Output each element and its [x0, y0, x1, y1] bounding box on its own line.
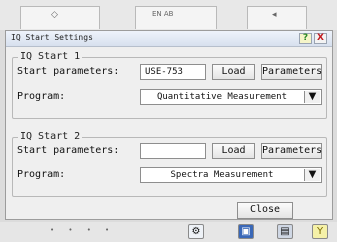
signal-icon: ◂: [272, 10, 277, 20]
start-parameters-field[interactable]: USE-753: [140, 64, 206, 80]
parameters-button[interactable]: Parameters: [261, 64, 322, 80]
parameters-button[interactable]: Parameters: [261, 143, 322, 159]
iq-start-1-group: IQ Start 1 Start parameters: USE-753 Loa…: [12, 51, 327, 119]
program-label: Program:: [17, 169, 66, 180]
chevron-down-icon[interactable]: ▼: [304, 169, 320, 181]
load-button[interactable]: Load: [212, 143, 255, 159]
start-parameters-label: Start parameters:: [17, 145, 120, 156]
save-icon[interactable]: ▣: [238, 224, 254, 239]
group-legend: IQ Start 2: [18, 131, 83, 142]
filter-icon[interactable]: Y: [312, 224, 328, 239]
printer-icon[interactable]: ▤: [277, 224, 293, 239]
program-select[interactable]: Quantitative Measurement ▼: [140, 89, 322, 105]
diamond-icon: ◇: [51, 10, 58, 20]
close-icon: X: [317, 33, 324, 43]
group-legend: IQ Start 1: [18, 51, 83, 62]
close-button[interactable]: Close: [237, 202, 293, 219]
close-window-button[interactable]: X: [314, 33, 327, 44]
iq-start-2-group: IQ Start 2 Start parameters: Load Parame…: [12, 131, 327, 197]
iq-start-settings-dialog: IQ Start Settings ? X IQ Start 1 Start p…: [5, 30, 333, 220]
background-tab[interactable]: EN AB: [135, 6, 217, 29]
program-select[interactable]: Spectra Measurement ▼: [140, 167, 322, 183]
dialog-title: IQ Start Settings: [11, 33, 93, 42]
help-icon: ?: [302, 33, 309, 43]
program-label: Program:: [17, 91, 66, 102]
program-select-value: Spectra Measurement: [170, 170, 274, 180]
background-tab[interactable]: ◂: [247, 6, 307, 29]
start-parameters-label: Start parameters:: [17, 66, 120, 77]
dots-icon: • • • •: [50, 226, 116, 234]
start-parameters-field[interactable]: [140, 143, 206, 159]
language-badge: EN AB: [152, 10, 174, 18]
background-toolbar: ◇ EN AB ◂: [0, 0, 337, 30]
program-select-value: Quantitative Measurement: [156, 92, 288, 102]
wrench-icon[interactable]: ⚙: [188, 224, 204, 239]
dialog-titlebar: IQ Start Settings ? X: [6, 31, 332, 47]
taskbar: • • • • ⚙ ▣ ▤ Y: [0, 222, 337, 242]
background-tab[interactable]: ◇: [20, 6, 100, 29]
chevron-down-icon[interactable]: ▼: [304, 91, 320, 103]
load-button[interactable]: Load: [212, 64, 255, 80]
help-button[interactable]: ?: [299, 33, 312, 44]
